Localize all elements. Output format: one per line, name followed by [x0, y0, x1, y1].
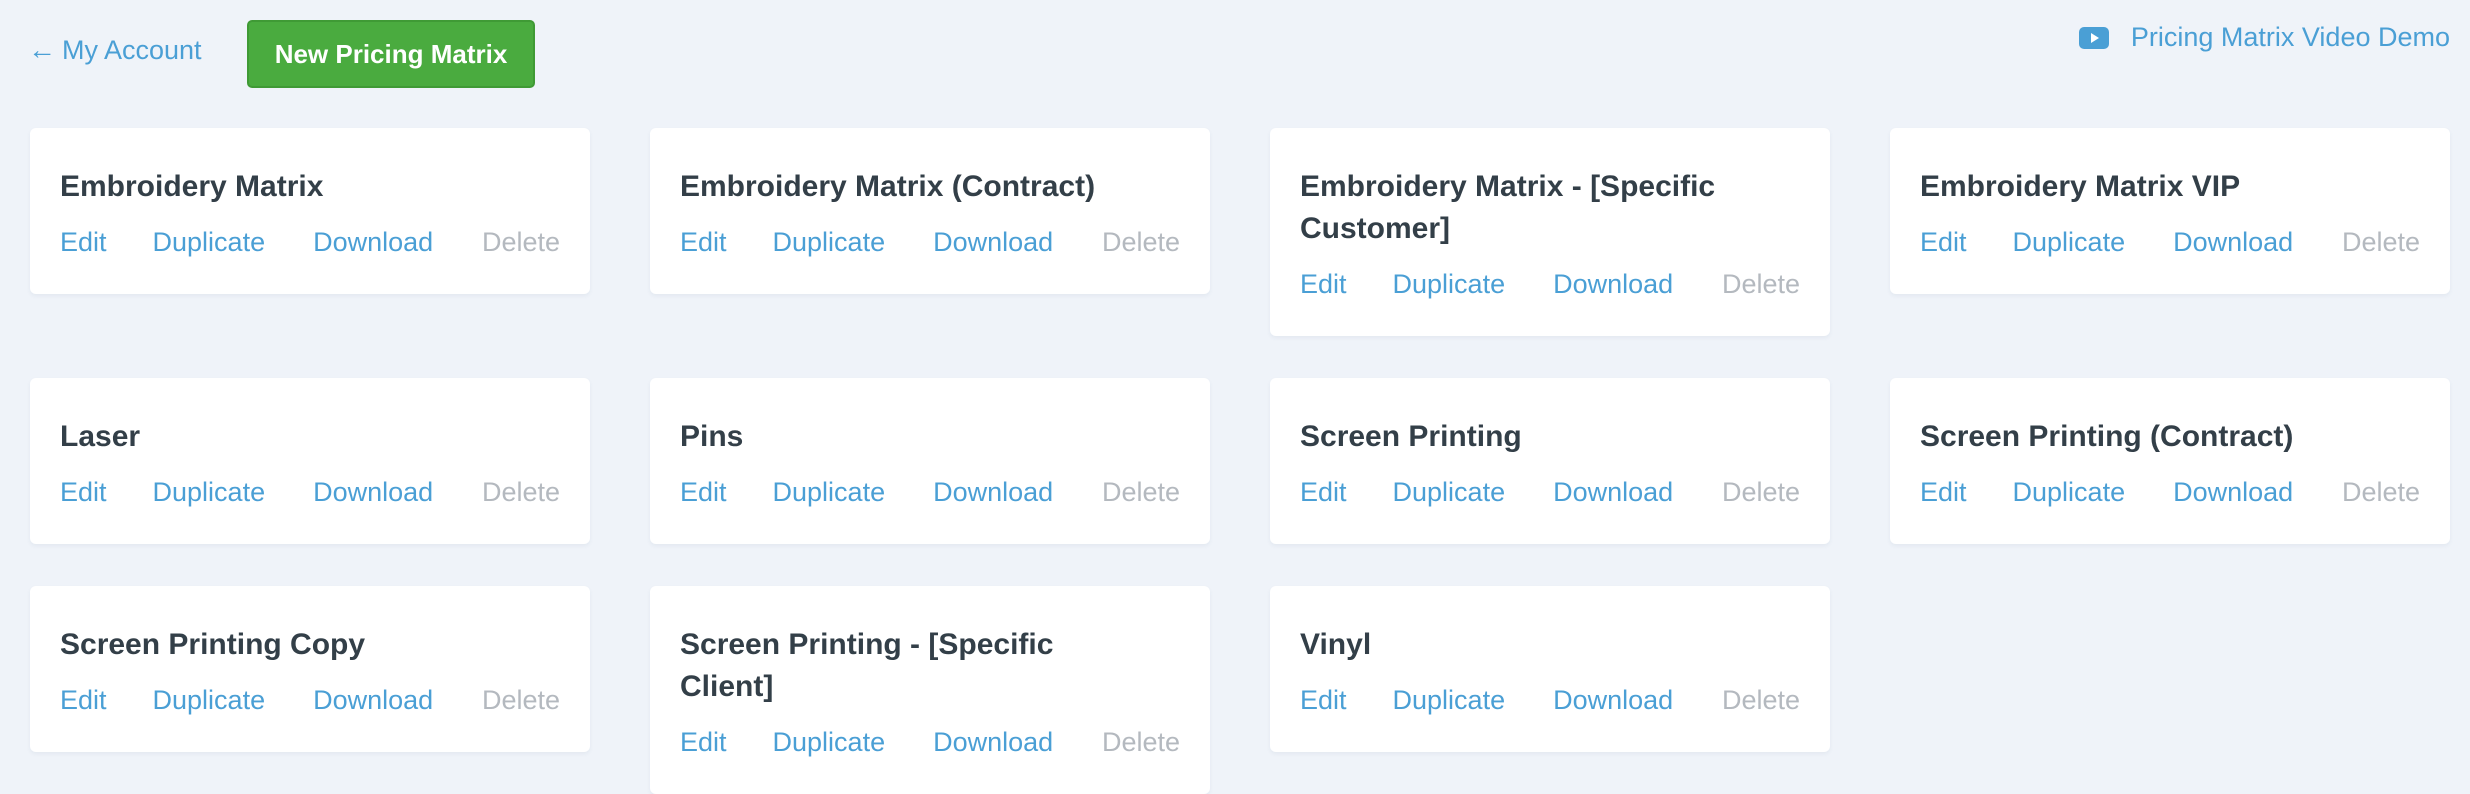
delete-link[interactable]: Delete: [2342, 476, 2420, 508]
matrix-actions: Edit Duplicate Download Delete: [1300, 476, 1800, 508]
matrix-title: Embroidery Matrix VIP: [1920, 170, 2241, 203]
my-account-label: My Account: [62, 34, 202, 65]
edit-link[interactable]: Edit: [60, 476, 107, 508]
matrix-actions: Edit Duplicate Download Delete: [680, 726, 1180, 758]
matrix-card: Embroidery Matrix Edit Duplicate Downloa…: [30, 128, 590, 294]
duplicate-link[interactable]: Duplicate: [2013, 226, 2126, 258]
duplicate-link[interactable]: Duplicate: [1393, 268, 1506, 300]
matrix-title: Screen Printing - [Specific Client]: [680, 628, 1054, 703]
matrix-actions: Edit Duplicate Download Delete: [60, 226, 560, 258]
matrix-card: Vinyl Edit Duplicate Download Delete: [1270, 586, 1830, 752]
duplicate-link[interactable]: Duplicate: [153, 226, 266, 258]
video-demo-link[interactable]: Pricing Matrix Video Demo: [2078, 22, 2450, 53]
matrix-card: Embroidery Matrix VIP Edit Duplicate Dow…: [1890, 128, 2450, 294]
edit-link[interactable]: Edit: [1920, 226, 1967, 258]
download-link[interactable]: Download: [2173, 226, 2293, 258]
matrix-title: Vinyl: [1300, 628, 1372, 661]
duplicate-link[interactable]: Duplicate: [153, 476, 266, 508]
duplicate-link[interactable]: Duplicate: [773, 476, 886, 508]
download-link[interactable]: Download: [933, 726, 1053, 758]
matrix-title: Embroidery Matrix (Contract): [680, 170, 1096, 203]
edit-link[interactable]: Edit: [1300, 476, 1347, 508]
delete-link[interactable]: Delete: [2342, 226, 2420, 258]
matrix-title: Screen Printing Copy: [60, 628, 366, 661]
matrix-row: Embroidery Matrix Edit Duplicate Downloa…: [30, 128, 2450, 336]
matrix-card: Screen Printing Copy Edit Duplicate Down…: [30, 586, 590, 752]
edit-link[interactable]: Edit: [1300, 268, 1347, 300]
delete-link[interactable]: Delete: [1102, 476, 1180, 508]
matrix-actions: Edit Duplicate Download Delete: [1920, 476, 2420, 508]
matrix-actions: Edit Duplicate Download Delete: [1300, 268, 1800, 300]
matrix-row: Laser Edit Duplicate Download Delete Pin…: [30, 378, 2450, 544]
download-link[interactable]: Download: [1553, 476, 1673, 508]
matrix-row: Screen Printing Copy Edit Duplicate Down…: [30, 586, 2450, 794]
download-link[interactable]: Download: [2173, 476, 2293, 508]
matrix-card: Embroidery Matrix - [Specific Customer] …: [1270, 128, 1830, 336]
delete-link[interactable]: Delete: [482, 226, 560, 258]
matrix-actions: Edit Duplicate Download Delete: [60, 476, 560, 508]
edit-link[interactable]: Edit: [680, 726, 727, 758]
delete-link[interactable]: Delete: [1102, 226, 1180, 258]
matrix-card: Laser Edit Duplicate Download Delete: [30, 378, 590, 544]
matrix-title: Embroidery Matrix: [60, 170, 324, 203]
delete-link[interactable]: Delete: [1722, 684, 1800, 716]
matrix-title: Screen Printing (Contract): [1920, 420, 2294, 453]
edit-link[interactable]: Edit: [680, 476, 727, 508]
duplicate-link[interactable]: Duplicate: [1393, 684, 1506, 716]
download-link[interactable]: Download: [933, 476, 1053, 508]
youtube-play-icon: [2078, 26, 2109, 49]
matrix-title: Pins: [680, 420, 744, 453]
matrix-grid: Embroidery Matrix Edit Duplicate Downloa…: [30, 128, 2450, 794]
delete-link[interactable]: Delete: [482, 476, 560, 508]
my-account-link[interactable]: ← My Account: [28, 34, 202, 66]
matrix-actions: Edit Duplicate Download Delete: [1920, 226, 2420, 258]
download-link[interactable]: Download: [313, 226, 433, 258]
duplicate-link[interactable]: Duplicate: [2013, 476, 2126, 508]
edit-link[interactable]: Edit: [60, 226, 107, 258]
edit-link[interactable]: Edit: [680, 226, 727, 258]
delete-link[interactable]: Delete: [1102, 726, 1180, 758]
download-link[interactable]: Download: [1553, 268, 1673, 300]
edit-link[interactable]: Edit: [60, 684, 107, 716]
matrix-card: Screen Printing - [Specific Client] Edit…: [650, 586, 1210, 794]
matrix-card: Screen Printing Edit Duplicate Download …: [1270, 378, 1830, 544]
video-demo-label: Pricing Matrix Video Demo: [2130, 22, 2450, 52]
back-arrow-icon: ←: [28, 34, 56, 65]
edit-link[interactable]: Edit: [1300, 684, 1347, 716]
matrix-title: Laser: [60, 420, 141, 453]
matrix-actions: Edit Duplicate Download Delete: [60, 684, 560, 716]
new-pricing-matrix-button[interactable]: New Pricing Matrix: [247, 20, 535, 88]
matrix-title: Screen Printing: [1300, 420, 1522, 453]
matrix-actions: Edit Duplicate Download Delete: [1300, 684, 1800, 716]
delete-link[interactable]: Delete: [1722, 476, 1800, 508]
download-link[interactable]: Download: [313, 476, 433, 508]
duplicate-link[interactable]: Duplicate: [773, 726, 886, 758]
delete-link[interactable]: Delete: [482, 684, 560, 716]
download-link[interactable]: Download: [933, 226, 1053, 258]
duplicate-link[interactable]: Duplicate: [1393, 476, 1506, 508]
duplicate-link[interactable]: Duplicate: [773, 226, 886, 258]
download-link[interactable]: Download: [313, 684, 433, 716]
matrix-actions: Edit Duplicate Download Delete: [680, 226, 1180, 258]
delete-link[interactable]: Delete: [1722, 268, 1800, 300]
matrix-card: Screen Printing (Contract) Edit Duplicat…: [1890, 378, 2450, 544]
matrix-card: Pins Edit Duplicate Download Delete: [650, 378, 1210, 544]
edit-link[interactable]: Edit: [1920, 476, 1967, 508]
matrix-card: Embroidery Matrix (Contract) Edit Duplic…: [650, 128, 1210, 294]
download-link[interactable]: Download: [1553, 684, 1673, 716]
matrix-title: Embroidery Matrix - [Specific Customer]: [1300, 170, 1716, 245]
top-bar: ← My Account New Pricing Matrix Pricing …: [0, 0, 2470, 110]
duplicate-link[interactable]: Duplicate: [153, 684, 266, 716]
matrix-actions: Edit Duplicate Download Delete: [680, 476, 1180, 508]
